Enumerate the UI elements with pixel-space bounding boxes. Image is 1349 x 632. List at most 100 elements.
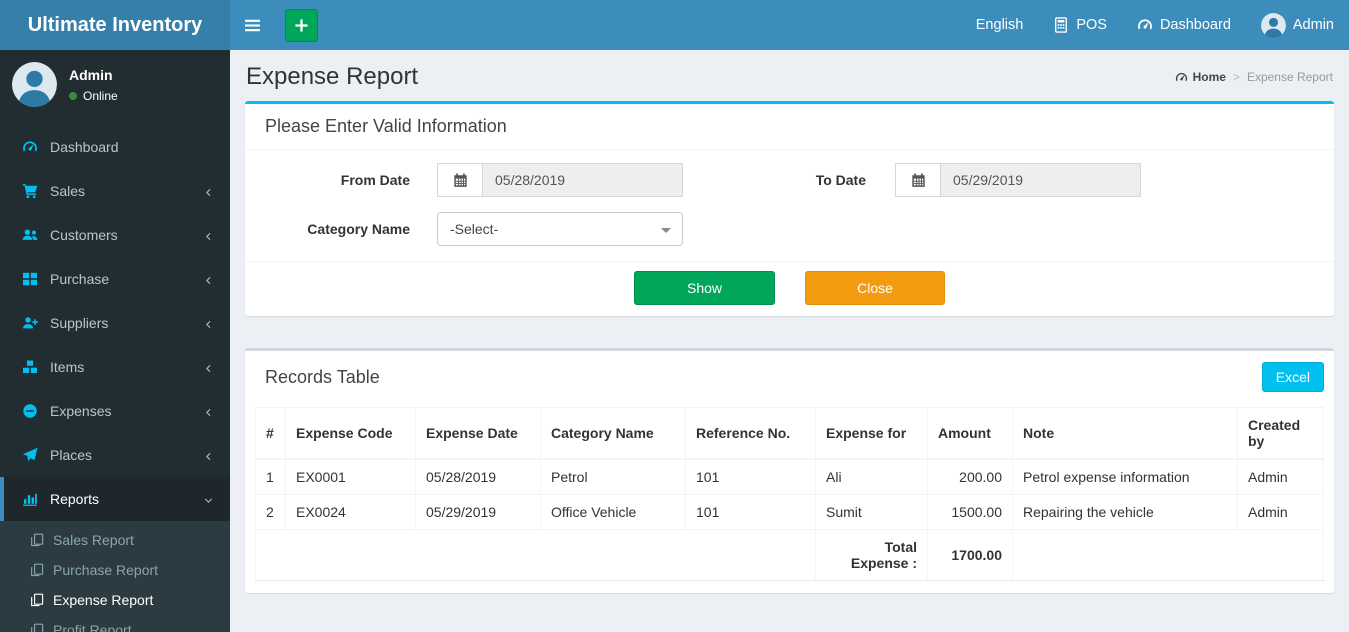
page-title: Expense Report [246,63,419,90]
sidebar-item-purchase-report[interactable]: Purchase Report [0,555,230,585]
nav-pos-label: POS [1076,17,1107,33]
total-spacer-cell [255,529,816,581]
col-note: Note [1012,407,1238,460]
chevron-left-icon [203,403,214,419]
col-expense-date: Expense Date [415,407,541,460]
chevron-down-icon [203,491,214,507]
filter-form: From Date To Date Category Name -Select- [245,150,1334,316]
user-name: Admin [69,66,113,83]
sidebar-item-items[interactable]: Items [0,345,230,389]
sidebar-item-sales[interactable]: Sales [0,169,230,213]
sidebar-subitem-label: Sales Report [53,532,134,548]
chevron-left-icon [203,447,214,463]
paper-plane-icon [22,447,38,463]
chevron-left-icon [203,359,214,375]
breadcrumb-home[interactable]: Home [1175,70,1226,84]
sidebar-item-places[interactable]: Places [0,433,230,477]
main-content: Expense Report Home > Expense Report Ple… [230,50,1349,632]
caret-down-icon [661,228,671,233]
navbar-right: English POS Dashboard Admin [961,0,1349,50]
filter-panel: Please Enter Valid Information From Date… [245,101,1334,316]
cell-index: 2 [255,494,286,530]
bar-chart-icon [22,491,38,507]
sidebar-item-dashboard[interactable]: Dashboard [0,125,230,169]
total-expense-label: Total Expense : [815,529,928,581]
nav-pos[interactable]: POS [1038,0,1122,50]
user-plus-icon [22,315,38,331]
to-date-label: To Date [815,172,866,188]
sidebar-item-label: Items [50,359,85,375]
from-date-input[interactable] [482,163,683,197]
close-button[interactable]: Close [805,271,945,305]
calendar-icon[interactable] [895,163,940,197]
copy-icon [30,533,44,547]
category-select[interactable]: -Select- [437,212,683,246]
col-category-name: Category Name [540,407,686,460]
sidebar-item-label: Places [50,447,93,463]
plus-icon [294,18,309,33]
cell-reference-no: 101 [685,458,816,495]
avatar [1261,13,1286,38]
cell-expense-for: Sumit [815,494,928,530]
sidebar-item-label: Reports [50,491,100,507]
sidebar-subitem-label: Purchase Report [53,562,159,578]
cell-note: Petrol expense information [1012,458,1238,495]
cell-created-by: Admin [1237,458,1324,495]
copy-icon [30,623,44,632]
nav-dashboard[interactable]: Dashboard [1122,0,1246,50]
nav-user-menu[interactable]: Admin [1246,0,1349,50]
cubes-icon [22,359,38,375]
cell-expense-date: 05/29/2019 [415,494,541,530]
records-table: # Expense Code Expense Date Category Nam… [255,407,1324,581]
nav-user-label: Admin [1292,17,1334,33]
sidebar-toggle-button[interactable] [230,0,275,50]
records-table-wrapper: # Expense Code Expense Date Category Nam… [245,403,1334,593]
category-select-value: -Select- [450,221,499,237]
records-table-title: Records Table [265,366,380,387]
sidebar-item-customers[interactable]: Customers [0,213,230,257]
cell-note: Repairing the vehicle [1012,494,1238,530]
sidebar-user-panel: Admin Online [0,50,230,121]
hamburger-icon [244,17,261,34]
sidebar-item-expense-report[interactable]: Expense Report [0,585,230,615]
users-icon [22,227,38,243]
col-expense-for: Expense for [815,407,928,460]
breadcrumb-separator: > [1232,70,1240,84]
copy-icon [30,563,44,577]
sidebar-menu: Dashboard Sales Customers Purchase Suppl… [0,125,230,521]
sidebar-item-sales-report[interactable]: Sales Report [0,525,230,555]
avatar [12,62,57,107]
sidebar-item-profit-report[interactable]: Profit Report [0,615,230,632]
cell-index: 1 [255,458,286,495]
cell-expense-code: EX0001 [285,458,416,495]
calendar-icon[interactable] [437,163,482,197]
cart-icon [22,183,38,199]
total-expense-value: 1700.00 [927,529,1013,581]
cell-amount: 1500.00 [927,494,1013,530]
sidebar-item-expenses[interactable]: Expenses [0,389,230,433]
to-date-input[interactable] [940,163,1141,197]
nav-language[interactable]: English [961,0,1039,50]
sidebar-item-suppliers[interactable]: Suppliers [0,301,230,345]
quick-add-button[interactable] [285,8,318,42]
col-created-by: Created by [1237,407,1324,460]
show-button[interactable]: Show [634,271,775,305]
table-total-row: Total Expense : 1700.00 [255,529,1324,581]
navbar-main: English POS Dashboard Admin [230,0,1349,50]
cell-category-name: Office Vehicle [540,494,686,530]
minus-circle-icon [22,403,38,419]
user-status[interactable]: Online [69,89,118,103]
table-row: 1 EX0001 05/28/2019 Petrol 101 Ali 200.0… [255,458,1324,495]
online-status-icon [69,91,77,100]
filter-panel-title: Please Enter Valid Information [245,104,1334,150]
col-reference-no: Reference No. [685,407,816,460]
to-date-group [895,163,1141,197]
excel-export-button[interactable]: Excel [1261,362,1324,392]
sidebar-subitem-label: Expense Report [53,592,154,608]
sidebar-subitem-label: Profit Report [53,622,132,632]
sidebar-item-purchase[interactable]: Purchase [0,257,230,301]
total-spacer-cell [1012,529,1324,581]
sidebar-item-reports[interactable]: Reports [0,477,230,521]
table-row: 2 EX0024 05/29/2019 Office Vehicle 101 S… [255,494,1324,530]
app-brand[interactable]: Ultimate Inventory [0,0,230,50]
